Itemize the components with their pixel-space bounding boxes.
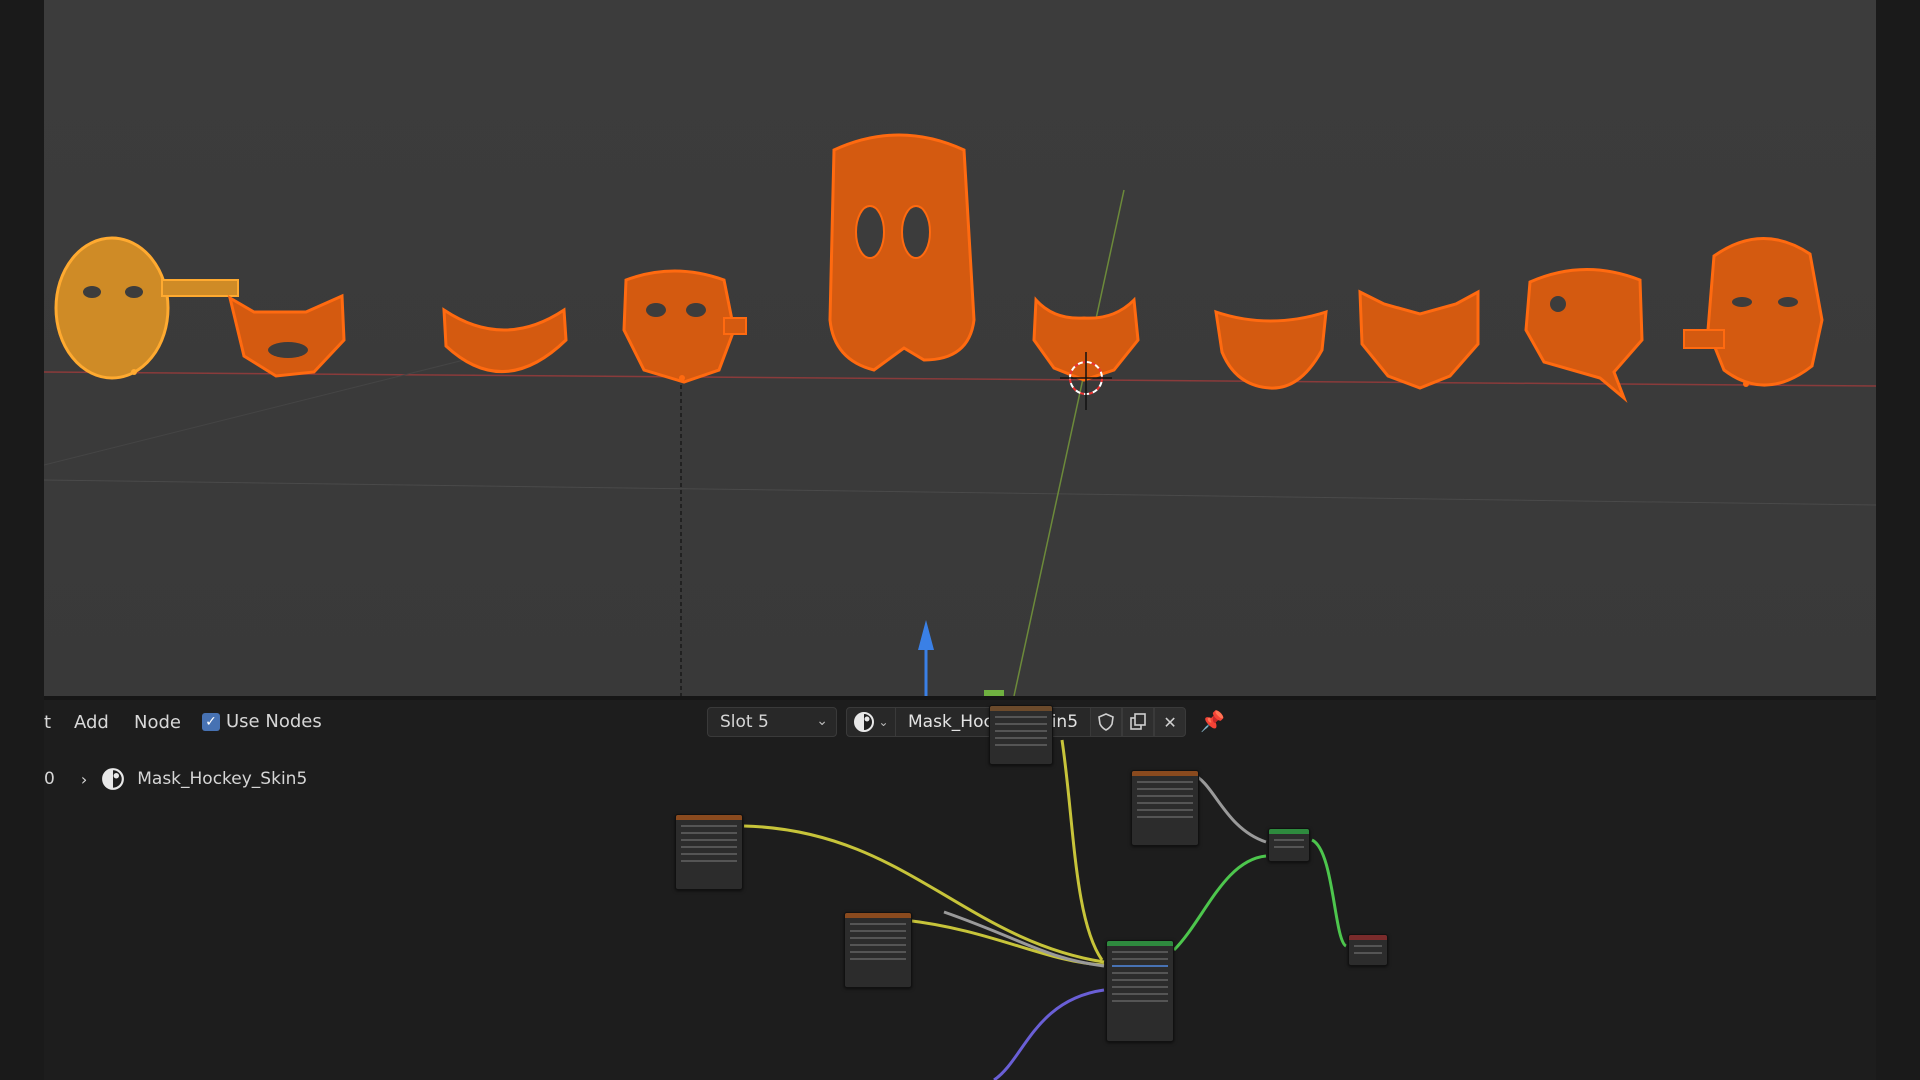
image-texture-node[interactable] bbox=[675, 814, 743, 890]
mask-object-5[interactable] bbox=[828, 133, 976, 372]
breadcrumb-material-name[interactable]: Mask_Hockey_Skin5 bbox=[137, 769, 307, 789]
shield-icon bbox=[1098, 713, 1114, 731]
material-sphere-icon bbox=[102, 768, 125, 790]
mask-object-9[interactable] bbox=[1524, 268, 1644, 403]
pin-icon[interactable]: 📌 bbox=[1200, 709, 1225, 733]
node-link-shader bbox=[1311, 838, 1348, 948]
node-link-value bbox=[943, 910, 1105, 968]
breadcrumb: 0 › Mask_Hockey_Skin5 bbox=[44, 767, 307, 791]
breadcrumb-index: 0 bbox=[44, 769, 55, 789]
mask-object-8[interactable] bbox=[1358, 289, 1480, 390]
right-sidebar-strip bbox=[1876, 0, 1920, 1080]
close-icon: ✕ bbox=[1163, 712, 1177, 732]
node-link-color bbox=[1060, 739, 1104, 961]
z-axis-arrow-icon[interactable] bbox=[918, 620, 934, 650]
grid-line bbox=[44, 479, 1876, 506]
use-nodes-label: Use Nodes bbox=[226, 711, 322, 732]
mask-object-7[interactable] bbox=[1214, 309, 1328, 390]
viewport-scene bbox=[44, 133, 1876, 696]
node-link-color bbox=[743, 824, 1105, 964]
use-nodes-checkbox[interactable]: ✓ bbox=[202, 712, 220, 731]
node-links bbox=[743, 739, 1348, 1080]
image-texture-node[interactable] bbox=[844, 912, 912, 988]
fake-user-button[interactable] bbox=[1090, 707, 1123, 737]
node-editor-header: t Add Node ✓ Use Nodes Slot 5 ⌄ ⌄ Mask_H… bbox=[44, 700, 1876, 744]
principled-bsdf-node[interactable] bbox=[1106, 940, 1174, 1042]
unlink-material-button[interactable]: ✕ bbox=[1154, 707, 1187, 737]
chevron-right-icon[interactable]: › bbox=[81, 770, 87, 789]
duplicate-icon bbox=[1130, 713, 1146, 730]
mix-shader-node[interactable] bbox=[1268, 828, 1310, 862]
browse-material-button[interactable]: ⌄ bbox=[846, 707, 896, 737]
menu-node[interactable]: Node bbox=[134, 712, 181, 733]
slot-dropdown[interactable]: Slot 5 ⌄ bbox=[707, 707, 837, 737]
node-link-value bbox=[1191, 772, 1267, 844]
shader-node-editor[interactable]: t Add Node ✓ Use Nodes Slot 5 ⌄ ⌄ Mask_H… bbox=[44, 700, 1876, 1080]
menu-select-truncated[interactable]: t bbox=[44, 712, 51, 733]
image-texture-node[interactable] bbox=[1131, 770, 1199, 846]
checkmark-icon: ✓ bbox=[205, 713, 217, 730]
node-link-vector bbox=[993, 988, 1105, 1080]
node-link-shader bbox=[1172, 854, 1267, 952]
left-toolbar-strip bbox=[0, 0, 44, 1080]
chevron-down-icon: ⌄ bbox=[816, 713, 828, 729]
3d-viewport[interactable] bbox=[44, 0, 1876, 696]
mask-object-3[interactable] bbox=[442, 307, 568, 374]
use-nodes-toggle[interactable]: ✓ Use Nodes bbox=[202, 711, 322, 732]
mask-object-1[interactable] bbox=[54, 236, 239, 380]
mask-object-4[interactable] bbox=[622, 269, 747, 384]
shader-node[interactable] bbox=[989, 705, 1053, 765]
material-sphere-icon bbox=[854, 712, 875, 732]
y-axis-line bbox=[1013, 189, 1125, 696]
material-output-node[interactable] bbox=[1348, 934, 1388, 966]
mask-object-10[interactable] bbox=[1683, 237, 1824, 387]
menu-add[interactable]: Add bbox=[74, 712, 109, 733]
node-link-color bbox=[903, 918, 1105, 967]
slot-label: Slot 5 bbox=[720, 712, 769, 732]
new-material-button[interactable] bbox=[1122, 707, 1155, 737]
mask-object-2[interactable] bbox=[227, 293, 346, 378]
chevron-down-icon: ⌄ bbox=[878, 715, 889, 729]
